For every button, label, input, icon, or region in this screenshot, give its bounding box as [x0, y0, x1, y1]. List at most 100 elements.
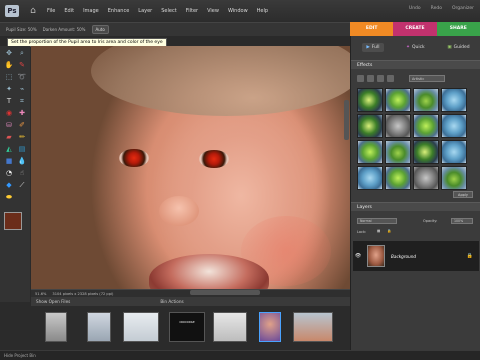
- effect-swatch[interactable]: [385, 88, 411, 112]
- quick-selection-tool-icon[interactable]: ⌁: [16, 84, 28, 94]
- menu-window[interactable]: Window: [228, 8, 248, 14]
- visibility-eye-icon[interactable]: 👁: [353, 253, 363, 259]
- organizer-button[interactable]: Organizer: [452, 6, 474, 11]
- eyedropper-tool-icon[interactable]: ✎: [16, 60, 28, 70]
- bin-thumbnail[interactable]: CROCODILE: [169, 312, 205, 342]
- effect-swatch[interactable]: [357, 166, 383, 190]
- shape-tool-icon[interactable]: ■: [3, 156, 15, 166]
- menu-view[interactable]: View: [207, 8, 219, 14]
- effect-swatch[interactable]: [413, 114, 439, 138]
- cookie-cutter-tool-icon[interactable]: ◆: [3, 180, 15, 190]
- move-tool-icon[interactable]: ✥: [3, 48, 15, 58]
- effect-swatch[interactable]: [413, 88, 439, 112]
- lasso-tool-icon[interactable]: ➰: [16, 72, 28, 82]
- zoom-level[interactable]: 51.6%: [35, 292, 46, 296]
- bin-thumbnail[interactable]: [123, 312, 159, 342]
- darken-amount-control[interactable]: Darken Amount: 50%: [43, 27, 86, 32]
- lock-label: Lock:: [357, 230, 367, 234]
- hide-project-bin-button[interactable]: Hide Project Bin: [4, 353, 36, 358]
- menu-image[interactable]: Image: [83, 8, 99, 14]
- foreground-color-swatch[interactable]: [4, 212, 22, 230]
- filters-icon[interactable]: [357, 74, 364, 82]
- paint-bucket-tool-icon[interactable]: ◭: [3, 144, 15, 154]
- lock-pixels-icon[interactable]: ▦: [377, 229, 380, 233]
- photo-left-eye[interactable]: [119, 149, 149, 167]
- show-all-icon[interactable]: [387, 74, 394, 82]
- pencil-tool-icon[interactable]: ✏: [16, 132, 28, 142]
- auto-button[interactable]: Auto: [91, 25, 109, 34]
- red-eye-tool-icon[interactable]: ◉: [3, 108, 15, 118]
- effects-category-dropdown[interactable]: Artistic: [409, 74, 445, 82]
- menu-enhance[interactable]: Enhance: [108, 8, 130, 14]
- bin-actions-menu[interactable]: Bin Actions: [160, 299, 183, 304]
- zoom-tool-icon[interactable]: ⌕: [16, 48, 28, 58]
- home-icon[interactable]: ⌂: [27, 5, 39, 17]
- bin-thumbnail[interactable]: [87, 312, 111, 342]
- menu-select[interactable]: Select: [161, 8, 176, 14]
- effect-swatch[interactable]: [357, 114, 383, 138]
- menu-layer[interactable]: Layer: [138, 8, 152, 14]
- bin-thumbnail[interactable]: [213, 312, 247, 342]
- hand-tool-icon[interactable]: ✋: [3, 60, 15, 70]
- tab-full-edit[interactable]: ▶ Full: [362, 42, 384, 52]
- crop-tool-icon[interactable]: ⌗: [16, 96, 28, 106]
- bin-thumbnail[interactable]: [45, 312, 67, 342]
- document-canvas[interactable]: [31, 46, 350, 289]
- redo-button[interactable]: Redo: [431, 6, 442, 11]
- lock-all-icon[interactable]: 🔒: [387, 229, 391, 233]
- photo-right-eye[interactable]: [199, 150, 229, 168]
- layer-styles-icon[interactable]: [367, 74, 374, 82]
- effect-swatch[interactable]: [441, 88, 467, 112]
- effect-swatch[interactable]: [413, 140, 439, 164]
- vertical-scrollbar[interactable]: [344, 100, 349, 140]
- tab-share[interactable]: SHARE: [436, 22, 480, 36]
- tab-create[interactable]: CREATE: [393, 22, 437, 36]
- type-tool-icon[interactable]: T: [3, 96, 15, 106]
- effect-swatch[interactable]: [357, 88, 383, 112]
- straighten-tool-icon[interactable]: ⟋: [16, 180, 28, 190]
- custom-shape-tool-icon[interactable]: ⬬: [3, 192, 15, 202]
- effect-swatch[interactable]: [357, 140, 383, 164]
- eraser-tool-icon[interactable]: ▰: [3, 132, 15, 142]
- pupil-size-control[interactable]: Pupil Size: 50%: [6, 27, 37, 32]
- effect-swatch[interactable]: [385, 166, 411, 190]
- menu-bar: Ps ⌂ File Edit Image Enhance Layer Selec…: [0, 0, 480, 22]
- tab-edit[interactable]: EDIT: [350, 22, 394, 36]
- healing-brush-tool-icon[interactable]: ✚: [16, 108, 28, 118]
- menu-filter[interactable]: Filter: [186, 8, 198, 14]
- blur-tool-icon[interactable]: 💧: [16, 156, 28, 166]
- tab-guided-edit[interactable]: ▣ Guided: [447, 45, 469, 50]
- show-open-files-dropdown[interactable]: Show Open Files: [36, 299, 70, 304]
- bin-thumbnail[interactable]: [293, 312, 333, 342]
- clone-stamp-tool-icon[interactable]: ⛁: [3, 120, 15, 130]
- menu-file[interactable]: File: [47, 8, 55, 14]
- gradient-tool-icon[interactable]: ▤: [16, 144, 28, 154]
- photo-effects-icon[interactable]: [377, 74, 384, 82]
- sponge-tool-icon[interactable]: ◔: [3, 168, 15, 178]
- effect-swatch[interactable]: [413, 166, 439, 190]
- layers-panel-header[interactable]: Layers: [351, 202, 480, 211]
- layer-row-background[interactable]: 👁 Background 🔒: [353, 241, 479, 271]
- effect-swatch[interactable]: [385, 114, 411, 138]
- menu-help[interactable]: Help: [257, 8, 268, 14]
- brush-tool-icon[interactable]: ✐: [16, 120, 28, 130]
- effect-swatch[interactable]: [441, 166, 467, 190]
- menu-edit[interactable]: Edit: [64, 8, 74, 14]
- magic-wand-tool-icon[interactable]: ✦: [3, 84, 15, 94]
- tool-options-bar: Pupil Size: 50% Darken Amount: 50% Auto: [0, 22, 350, 36]
- horizontal-scrollbar[interactable]: [190, 290, 260, 295]
- apply-effect-button[interactable]: Apply: [453, 191, 473, 198]
- marquee-tool-icon[interactable]: ⬚: [3, 72, 15, 82]
- tab-quick-fix[interactable]: ✦ Quick: [406, 45, 425, 50]
- bin-thumbnail-selected[interactable]: [259, 312, 281, 342]
- smudge-tool-icon[interactable]: ☝: [16, 168, 28, 178]
- blend-mode-dropdown[interactable]: Normal: [357, 218, 397, 224]
- effect-swatch[interactable]: [441, 140, 467, 164]
- mode-tabs: EDIT CREATE SHARE: [350, 22, 480, 36]
- effect-swatch[interactable]: [385, 140, 411, 164]
- undo-button[interactable]: Undo: [409, 6, 421, 11]
- full-edit-icon: ▶: [366, 44, 370, 50]
- effect-swatch[interactable]: [441, 114, 467, 138]
- opacity-field[interactable]: 100%: [451, 218, 473, 224]
- effects-panel-header[interactable]: Effects: [351, 60, 480, 69]
